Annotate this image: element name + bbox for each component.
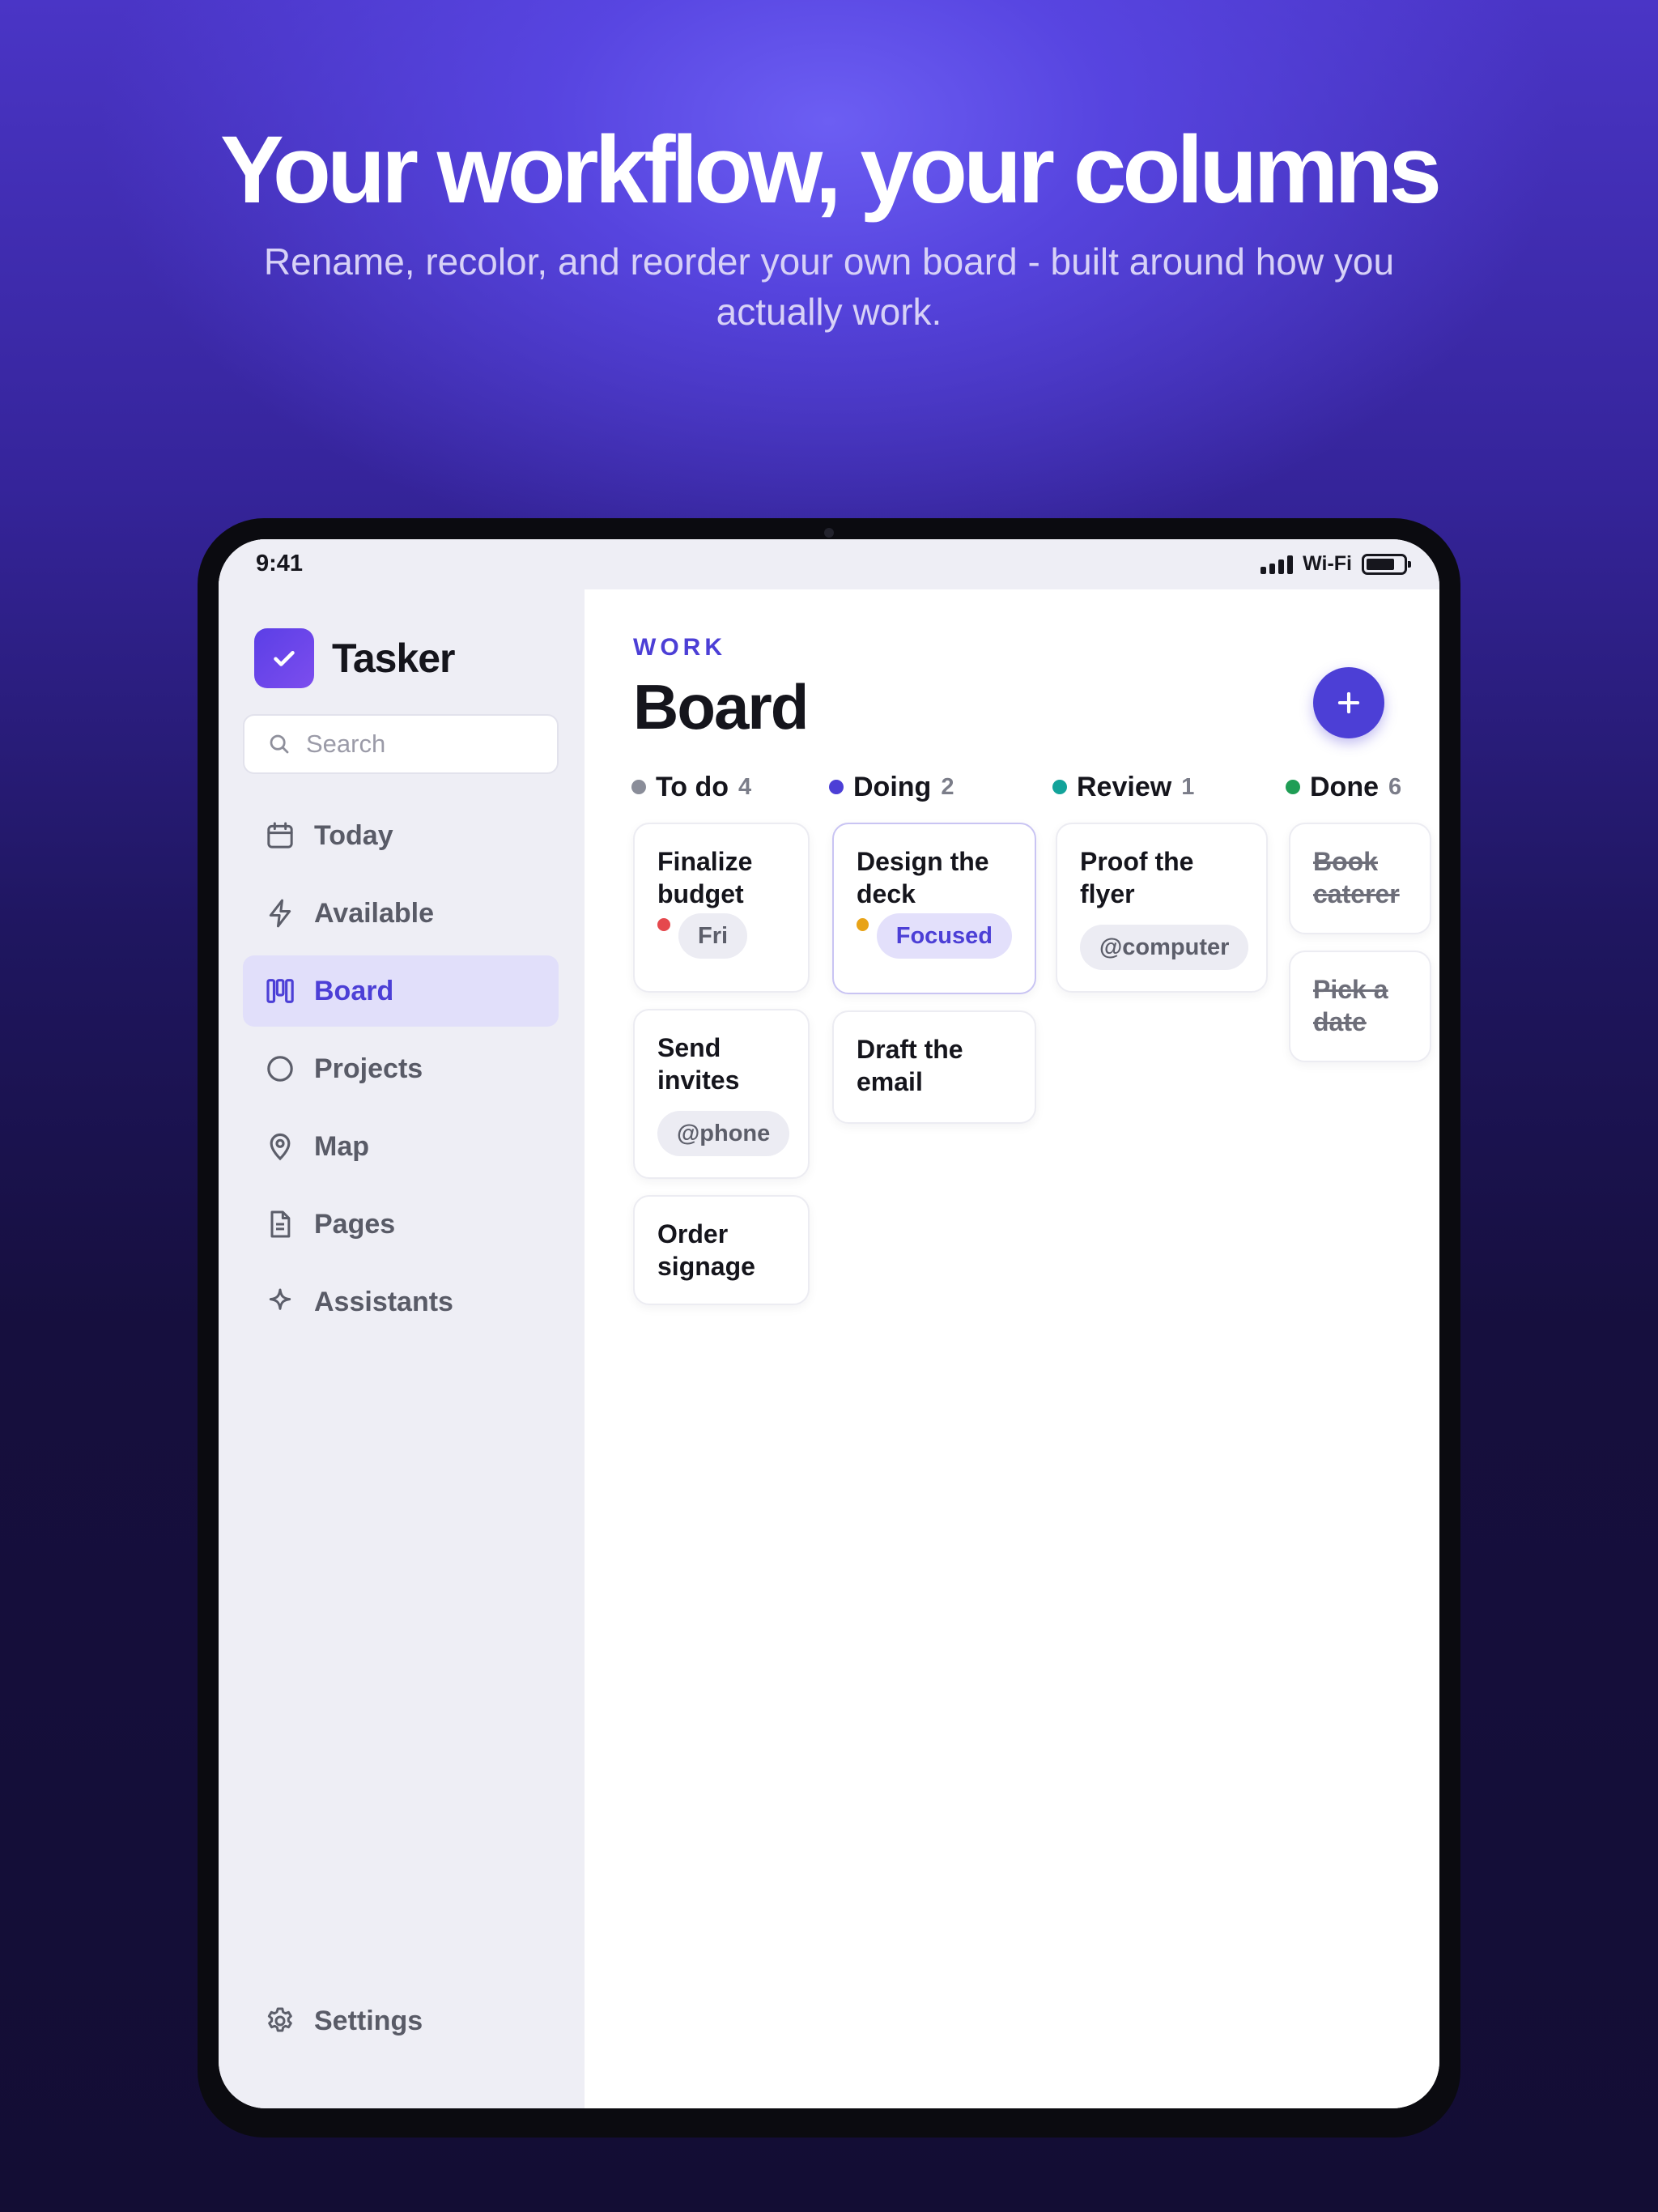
wifi-label: Wi-Fi [1303,552,1352,575]
brand: Tasker [254,628,456,688]
context-chip[interactable]: @computer [1080,925,1249,970]
sidebar-item-projects[interactable]: Projects [243,1033,559,1104]
task-card[interactable]: Finalize budget Fri [633,823,810,993]
hero-subtitle: Rename, recolor, and reorder your own bo… [263,240,1395,333]
column-doing: Doing 2 [829,769,954,805]
tablet-screen: Tasker Search Today Available Board Proj… [219,539,1439,2108]
column-name: To do [656,771,729,802]
sidebar-item-pages[interactable]: Pages [243,1189,559,1260]
task-card[interactable]: Order signage [633,1195,810,1305]
sidebar-item-label: Pages [314,1208,396,1240]
column-header[interactable]: Review 1 [1052,769,1194,805]
add-task-button[interactable] [1313,667,1384,738]
sidebar-nav: Today Available Board Projects Map Pages… [243,800,559,1344]
column-header[interactable]: Doing 2 [829,769,954,805]
column-color-dot [631,780,646,794]
column-name: Done [1310,771,1379,802]
sidebar-item-label: Today [314,819,393,851]
task-card[interactable]: Proof the flyer @computer [1056,823,1268,993]
task-meta: @computer [1080,925,1249,970]
column-count: 6 [1388,773,1402,800]
task-title: Design the deck [857,847,989,908]
task-title: Proof the flyer [1080,847,1194,908]
column-todo: To do 4 [631,769,751,805]
task-card-done[interactable]: Pick a date [1289,951,1431,1062]
hero-title: Your workflow, your columns [219,117,1442,223]
task-title: Finalize budget [657,847,753,908]
column-count: 4 [738,773,752,800]
search-icon [270,734,289,754]
due-chip[interactable]: Fri [678,913,748,959]
task-meta: Fri [657,913,785,959]
column-name: Doing [853,771,932,802]
sidebar-item-today[interactable]: Today [243,800,559,871]
tablet-frame: Tasker Search Today Available Board Proj… [198,518,1460,2138]
priority-dot [857,918,869,931]
column-review: Review 1 [1052,769,1194,805]
map-pin-icon [270,1133,291,1161]
column-color-dot [1286,780,1300,794]
checkmark-logo-icon [254,628,314,688]
status-time: 9:41 [256,551,304,576]
sidebar-item-label: Board [314,975,394,1006]
column-count: 2 [941,773,954,800]
search-input[interactable]: Search [243,714,559,774]
sidebar-item-available[interactable]: Available [243,878,559,949]
board-main: WORK Board To do 4 Finalize budget Fri S… [585,589,1439,2108]
column-color-dot [1052,780,1067,794]
sidebar: Tasker Search Today Available Board Proj… [219,539,585,2108]
page-title: Board [633,671,809,742]
sidebar-item-label: Available [314,897,435,929]
sparkle-icon [269,1288,291,1310]
sidebar-item-board[interactable]: Board [243,955,559,1027]
calendar-icon [267,822,293,849]
column-header[interactable]: Done 6 [1286,769,1401,805]
task-title: Draft the email [857,1035,963,1096]
task-title: Book caterer [1313,847,1400,908]
task-card[interactable]: Draft the email [832,1010,1036,1124]
sidebar-item-label: Assistants [314,1286,453,1317]
search-placeholder: Search [306,730,386,758]
column-done: Done 6 [1286,769,1401,805]
task-title: Send invites [657,1033,740,1095]
plus-icon [1337,691,1360,714]
camera-dot [824,528,834,538]
signal-icon [1261,555,1294,574]
task-card-done[interactable]: Book caterer [1289,823,1431,934]
task-meta: Focused [857,913,1012,959]
sidebar-item-assistants[interactable]: Assistants [243,1266,559,1338]
gear-icon [267,2007,292,2032]
document-icon [270,1210,291,1238]
priority-dot [657,918,670,931]
circle-icon [267,1056,293,1082]
status-indicators: Wi-Fi [1261,552,1411,576]
board-icon [266,979,294,1003]
section-eyebrow: WORK [633,634,726,661]
sidebar-item-settings[interactable]: Settings [243,1985,559,2057]
column-color-dot [829,780,844,794]
task-card[interactable]: Send invites @phone [633,1009,810,1179]
brand-name: Tasker [332,636,456,681]
column-header[interactable]: To do 4 [631,769,751,805]
context-chip[interactable]: @phone [657,1111,790,1156]
sidebar-item-label: Projects [314,1053,423,1084]
sidebar-item-label: Map [314,1130,369,1162]
status-chip[interactable]: Focused [876,913,1012,959]
settings-label: Settings [314,2005,423,2036]
task-card-focused[interactable]: Design the deck Focused [832,823,1036,994]
sidebar-item-map[interactable]: Map [243,1111,559,1182]
task-title: Order signage [657,1219,755,1281]
task-title: Pick a date [1313,975,1388,1036]
column-count: 1 [1181,773,1195,800]
task-meta: @phone [657,1111,790,1156]
battery-icon [1362,553,1411,575]
bolt-icon [269,899,291,928]
status-bar: 9:41 Wi-Fi [219,539,1439,589]
column-name: Review [1077,771,1172,802]
settings-section: Settings [243,1985,559,2063]
